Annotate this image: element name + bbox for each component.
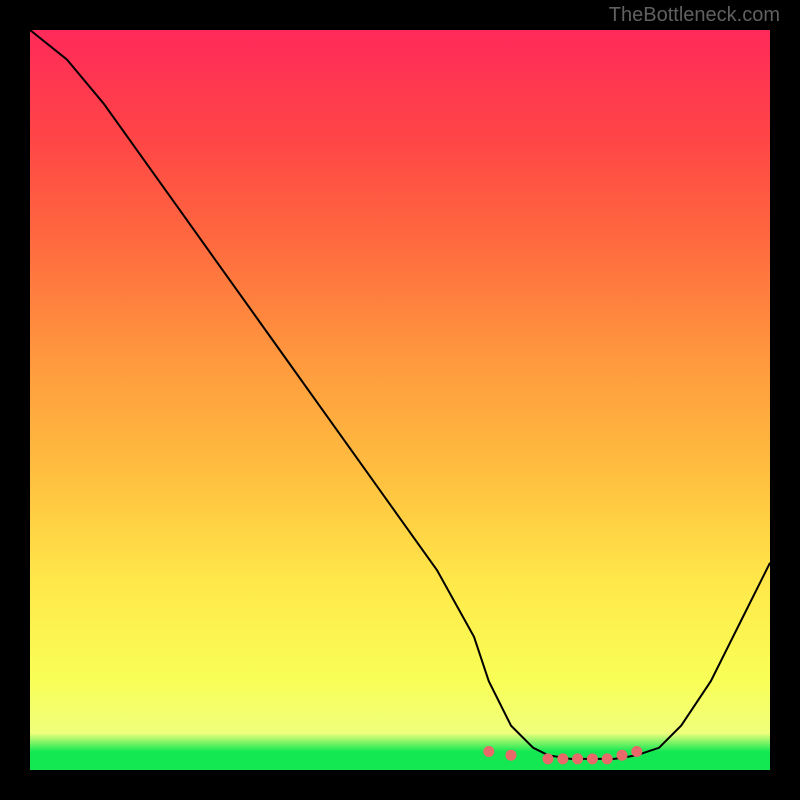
curve-marker [543,754,553,764]
curve-marker [617,750,627,760]
curve-markers [484,747,642,764]
bottleneck-curve-line [30,30,770,759]
curve-marker [632,747,642,757]
curve-marker [602,754,612,764]
chart-plot-area [30,30,770,770]
curve-marker [558,754,568,764]
curve-marker [573,754,583,764]
curve-marker [484,747,494,757]
curve-marker [587,754,597,764]
chart-svg [30,30,770,770]
watermark-text: TheBottleneck.com [609,4,780,27]
curve-marker [506,750,516,760]
